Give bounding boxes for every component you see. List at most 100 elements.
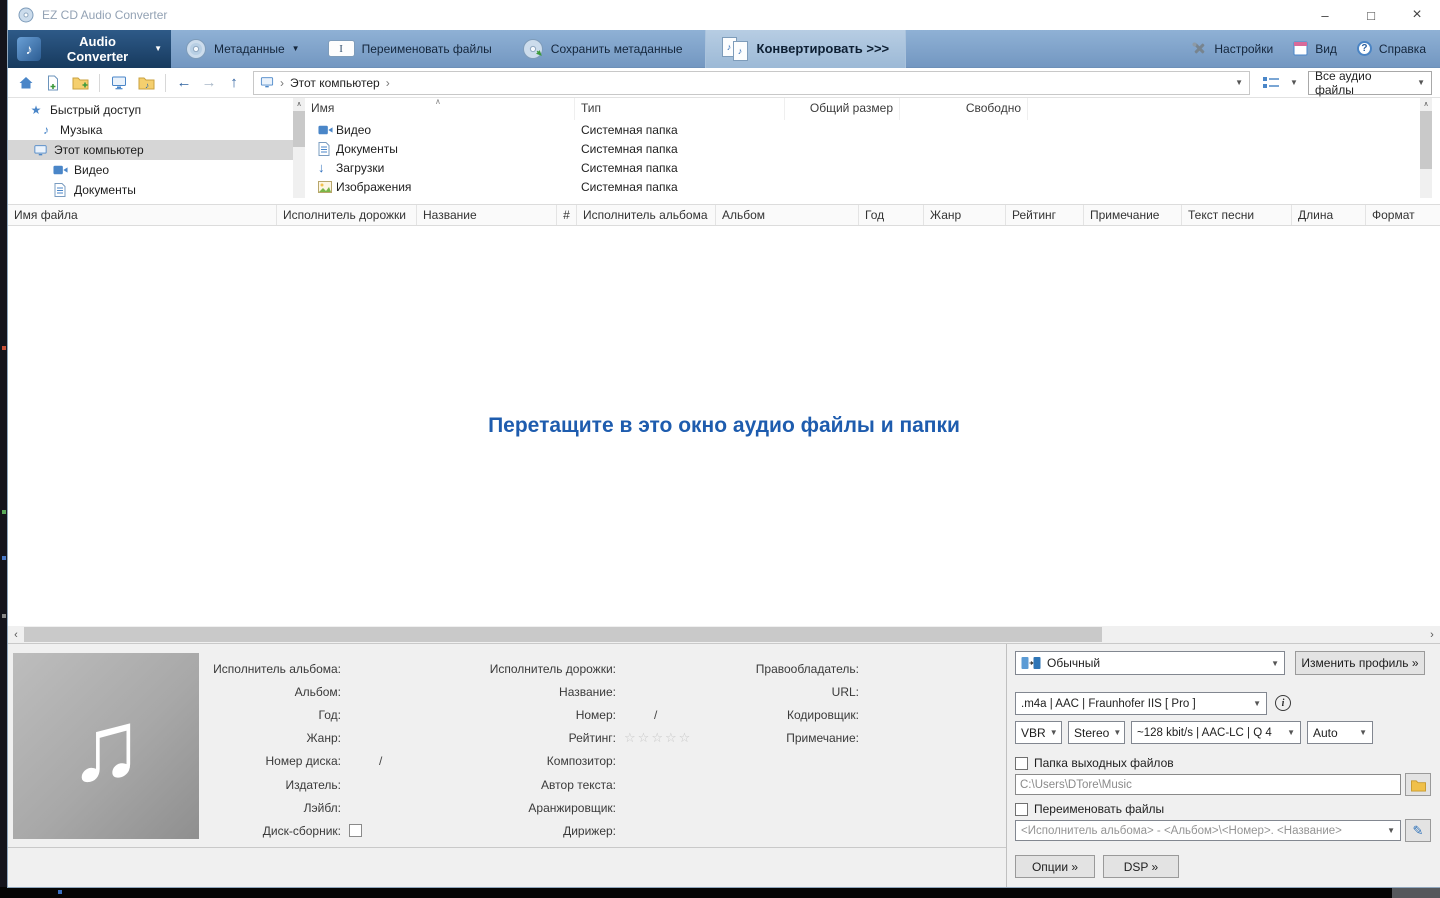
column-header-year[interactable]: Год [859,205,924,225]
folder-row-videos[interactable]: Видео Системная папка [305,120,1420,139]
column-header-rating[interactable]: Рейтинг [1006,205,1084,225]
metadata-label: Метаданные [214,41,285,56]
edit-profile-button[interactable]: Изменить профиль » [1295,651,1425,675]
folder-tree: ★ Быстрый доступ ♪ Музыка Этот компьютер… [8,98,293,198]
home-button[interactable] [14,71,38,95]
output-folder-input[interactable] [1015,774,1401,795]
scroll-up-icon[interactable]: ∧ [1420,98,1432,110]
address-bar[interactable]: › Этот компьютер › ▼ [253,70,1250,95]
sample-rate-dropdown[interactable]: Auto ▼ [1307,721,1373,744]
star-empty-icon[interactable]: ☆ [665,730,677,746]
rename-files-checkbox[interactable] [1015,802,1028,816]
up-button[interactable]: ↑ [223,74,245,91]
channels-dropdown[interactable]: Stereo ▼ [1068,721,1125,744]
profile-dropdown[interactable]: Обычный ▼ [1015,651,1285,675]
convert-label: Конвертировать >>> [756,41,890,56]
divider [8,847,1006,848]
file-drop-zone[interactable]: Перетащите в это окно аудио файлы и папк… [8,226,1440,626]
audio-converter-menu-button[interactable]: ♪ Audio Converter ▼ [8,29,171,68]
star-empty-icon[interactable]: ☆ [679,730,691,746]
folder-row-downloads[interactable]: ↓ Загрузки Системная папка [305,158,1420,177]
breadcrumb-this-pc[interactable]: Этот компьютер [290,76,380,90]
tree-item-documents[interactable]: Документы [8,180,293,198]
column-header-track-artist[interactable]: Исполнитель дорожки [277,205,417,225]
view-mode-dropdown-icon[interactable]: ▼ [1287,78,1301,87]
horizontal-scrollbar[interactable]: ‹ › [8,626,1440,643]
star-empty-icon[interactable]: ☆ [638,730,650,746]
help-button[interactable]: ? Справка [1356,41,1426,56]
chevron-down-icon: ▼ [1253,699,1261,708]
rating-stars[interactable]: ☆ ☆ ☆ ☆ ☆ [616,730,690,746]
bitrate-mode-dropdown[interactable]: VBR ▼ [1015,721,1062,744]
scroll-right-icon[interactable]: › [1424,626,1440,643]
profile-value: Обычный [1047,656,1101,670]
meta-lyricist: Автор текста: [541,777,616,792]
add-files-button[interactable] [41,71,65,95]
convert-button[interactable]: ♪ ♪ Конвертировать >>> [704,29,907,68]
column-header-total-size[interactable]: Общий размер [785,98,900,120]
app-icon [18,7,34,23]
file-filter-value: Все аудио файлы [1315,68,1372,97]
column-header-file-name[interactable]: Имя файла [8,205,277,225]
rename-pattern-dropdown[interactable]: <Исполнитель альбома> - <Альбом>\<Номер>… [1015,820,1401,841]
rename-files-button[interactable]: I Переименовать файлы [327,40,492,57]
tree-item-videos[interactable]: Видео [8,160,293,180]
dsp-button[interactable]: DSP » [1103,855,1179,878]
column-header-genre[interactable]: Жанр [924,205,1006,225]
format-dropdown[interactable]: .m4a | AAC | Fraunhofer IIS [ Pro ] ▼ [1015,692,1267,715]
column-header-lyrics[interactable]: Текст песни [1182,205,1292,225]
compilation-checkbox[interactable] [349,824,362,838]
column-header-format[interactable]: Формат [1366,205,1440,225]
breadcrumb-separator[interactable]: › [386,76,390,90]
browse-folder-button[interactable] [1405,773,1431,796]
view-menu-button[interactable]: Вид [1293,41,1337,56]
settings-button[interactable]: Настройки [1191,41,1273,57]
tree-scrollbar-thumb[interactable] [293,111,305,147]
column-header-free-space[interactable]: Свободно [900,98,1028,120]
horizontal-scrollbar-thumb[interactable] [24,627,1102,642]
bitrate-dropdown[interactable]: ~128 kbit/s | AAC-LC | Q 4 ▼ [1131,721,1301,744]
file-filter-dropdown[interactable]: Все аудио файлы ▼ [1308,68,1432,97]
devices-button[interactable] [107,71,131,95]
column-header-length[interactable]: Длина [1292,205,1366,225]
folder-add-icon [72,77,88,90]
output-folder-checkbox[interactable] [1015,756,1028,770]
column-header-type[interactable]: Тип [575,98,785,120]
forward-button[interactable]: → [198,74,220,91]
metadata-menu-button[interactable]: Метаданные ▼ [185,38,300,60]
tree-scrollbar[interactable]: ∧ ∨ [293,98,305,753]
scroll-up-icon[interactable]: ∧ [293,98,305,110]
column-header-number[interactable]: # [557,205,577,225]
star-empty-icon[interactable]: ☆ [624,730,636,746]
edit-pattern-button[interactable]: ✎ [1405,819,1431,842]
add-folder-button[interactable] [68,71,92,95]
column-header-comment[interactable]: Примечание [1084,205,1182,225]
column-header-title[interactable]: Название [417,205,557,225]
close-button[interactable]: × [1394,0,1440,30]
minimize-button[interactable]: – [1302,0,1348,30]
address-dropdown-icon[interactable]: ▼ [1231,78,1243,87]
info-icon[interactable]: i [1275,695,1291,711]
folder-row-pictures[interactable]: Изображения Системная папка [305,177,1420,196]
folder-list: ∧ Имя Тип Общий размер Свободно Видео Си… [305,98,1420,198]
save-metadata-button[interactable]: Сохранить метаданные [522,38,683,60]
folder-list-scrollbar-thumb[interactable] [1420,111,1432,169]
column-header-name[interactable]: ∧ Имя [305,98,575,120]
tree-item-this-pc[interactable]: Этот компьютер [8,140,293,160]
tree-item-quick-access[interactable]: ★ Быстрый доступ [8,100,293,120]
column-header-album[interactable]: Альбом [716,205,859,225]
star-empty-icon[interactable]: ☆ [651,730,663,746]
options-button[interactable]: Опции » [1015,855,1095,878]
back-button[interactable]: ← [173,74,195,91]
maximize-button[interactable]: □ [1348,0,1394,30]
tree-item-music[interactable]: ♪ Музыка [8,120,293,140]
scroll-left-icon[interactable]: ‹ [8,626,24,643]
channels-value: Stereo [1074,725,1110,740]
folder-list-scrollbar[interactable]: ∧ ∨ [1420,98,1432,753]
folder-row-documents[interactable]: Документы Системная папка [305,139,1420,158]
music-folder-button[interactable]: ♪ [134,71,158,95]
column-header-album-artist[interactable]: Исполнитель альбома [577,205,716,225]
chevron-down-icon: ▼ [1417,78,1425,87]
view-mode-button[interactable] [1258,71,1284,95]
metadata-column-track: Исполнитель дорожки: Название: Номер: / Р… [476,657,756,843]
